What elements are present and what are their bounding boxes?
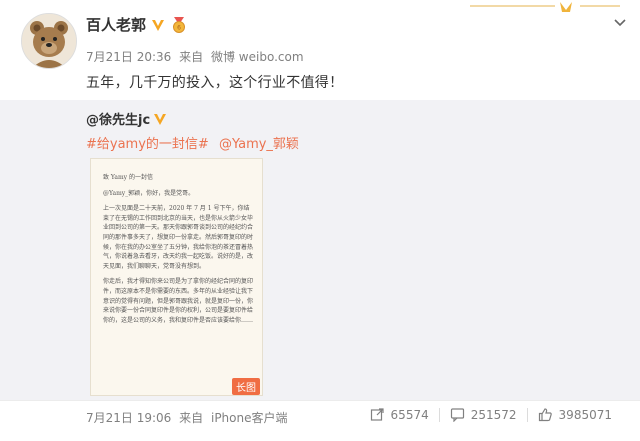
repost-icon [370,407,385,422]
like-icon [538,407,553,422]
teddy-bear-avatar-icon [22,14,76,68]
source-prefix: 来自 [179,50,204,64]
verified-v-icon [154,113,167,125]
chevron-down-icon[interactable] [612,14,628,30]
post-header: 百人老郭 6 7月21日 20:36 来自 微博 weibo.com 五年，几千… [0,0,640,100]
comment-count: 251572 [470,407,517,422]
letter-paragraph: 上一次见面是二十天前，2020 年 7 月 1 号下午，你结束了在无锡的工作回到… [103,205,254,270]
author-name[interactable]: 百人老郭 [86,14,146,35]
letter-greeting: @Yamy_郭颖，你好，我是党哥。 [103,189,195,197]
repost-button[interactable]: 65574 [360,407,439,422]
post-date[interactable]: 7月21日 20:36 [86,50,171,64]
like-count: 3985071 [558,407,612,422]
repost-user[interactable]: @徐先生jc [86,109,150,128]
mention-link[interactable]: @Yamy_郭颖 [219,137,299,152]
comment-icon [450,407,465,422]
repost-count: 65574 [390,407,429,422]
like-button[interactable]: 3985071 [528,407,622,422]
verified-v-icon [152,19,165,31]
comment-button[interactable]: 251572 [440,407,527,422]
letter-title: 致 Yamy 的一封信 [103,174,153,181]
post-footer: 7月21日 19:06 来自 iPhone客户端 65574 251572 39… [0,400,640,441]
hashtag-link[interactable]: #给yamy的一封信# [86,137,209,152]
repost-box: @徐先生jc #给yamy的一封信# @Yamy_郭颖 致 Yamy 的一封信 … [0,100,640,400]
decorative-ribbon-icon [470,2,620,12]
svg-text:6: 6 [177,24,181,31]
repost-source: iPhone客户端 [210,411,288,425]
post-content: 五年，几千万的投入，这个行业不值得！ [86,75,344,91]
post-source: 微博 weibo.com [210,50,304,64]
letter-image[interactable]: 致 Yamy 的一封信 @Yamy_郭颖，你好，我是党哥。 上一次见面是二十天前… [90,158,263,396]
source-prefix: 来自 [179,411,204,425]
repost-date[interactable]: 7月21日 19:06 [86,411,171,425]
medal-icon[interactable]: 6 [170,16,188,33]
avatar[interactable] [21,13,77,69]
long-image-badge: 长图 [232,378,260,395]
repost-tags: #给yamy的一封信# @Yamy_郭颖 [86,133,305,152]
letter-paragraph: 你走后，我才得知你来公司是为了拿你的经纪合同的复印件，而这原本不是你需要的东西。… [103,278,254,324]
post-meta: 7月21日 20:36 来自 微博 weibo.com [86,48,308,65]
